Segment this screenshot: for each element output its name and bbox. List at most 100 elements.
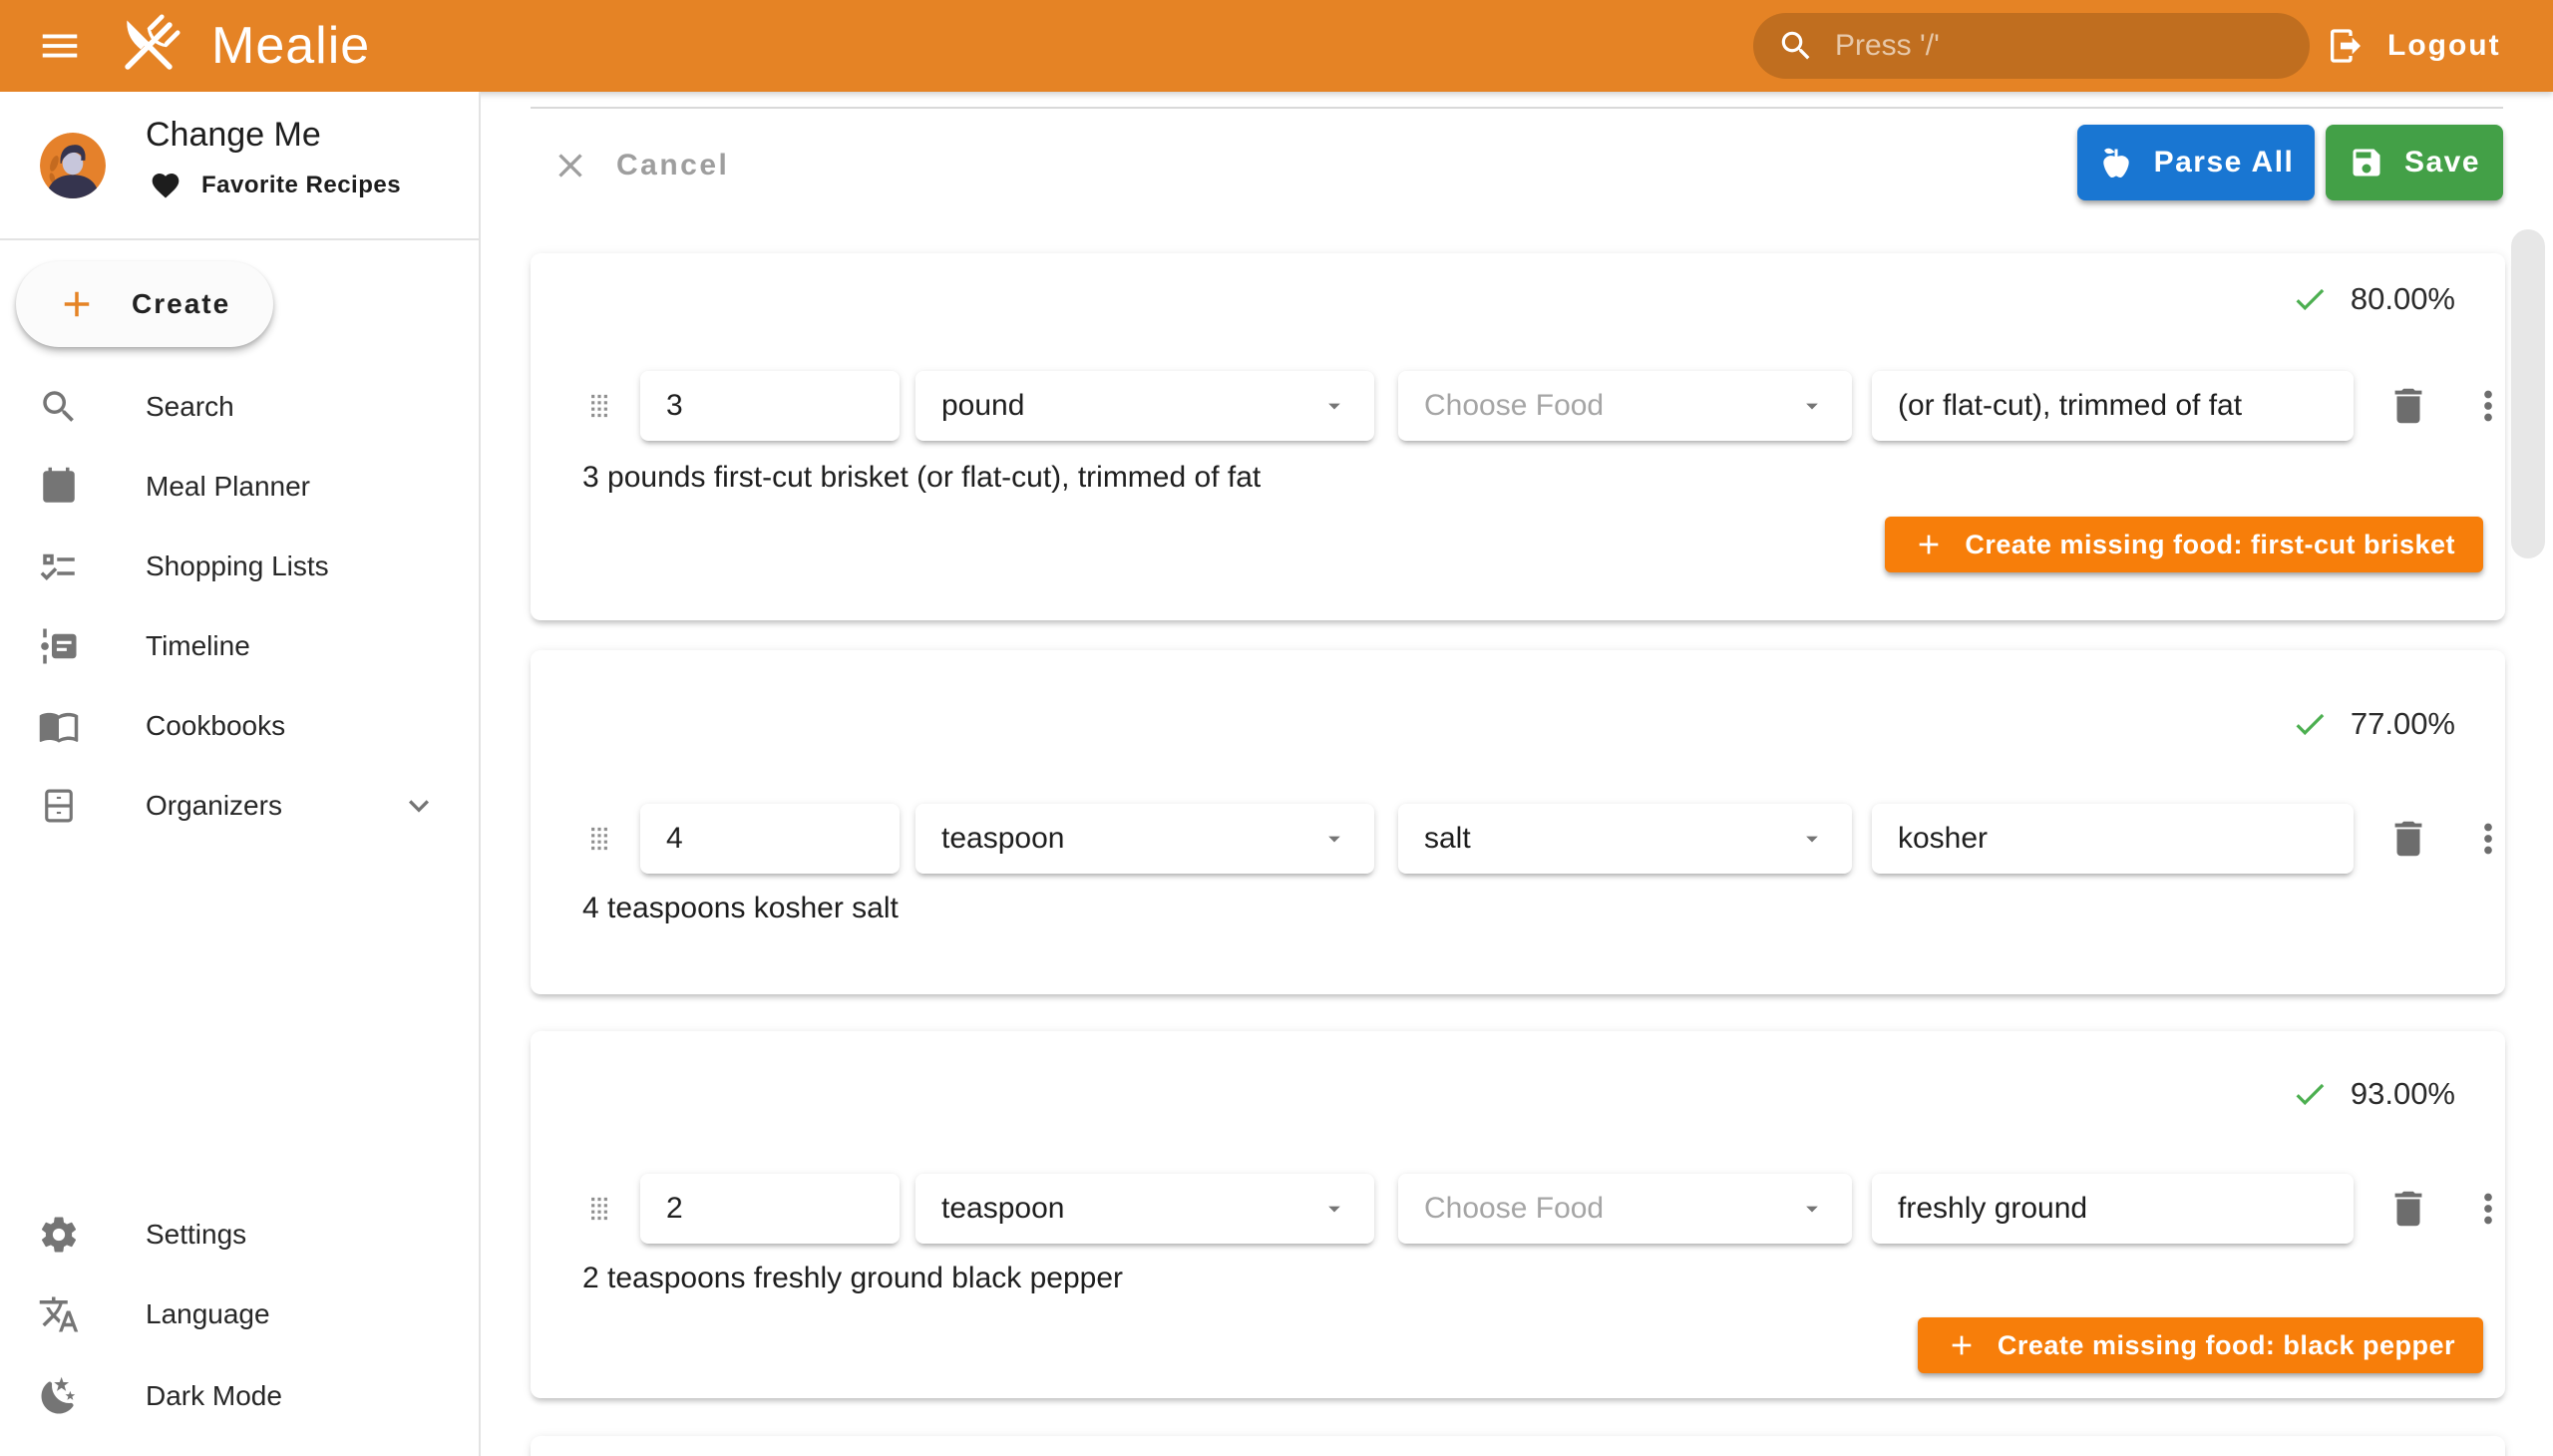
sidebar-item-label: Timeline — [146, 630, 250, 662]
save-button[interactable]: Save — [2326, 125, 2503, 200]
save-icon — [2349, 145, 2384, 181]
quantity-input[interactable]: 2 — [640, 1174, 900, 1244]
sidebar-item-label: Language — [146, 1298, 270, 1330]
confidence-percent: 93.00% — [2351, 1076, 2455, 1112]
calendar-icon — [38, 466, 80, 508]
organizer-icon — [38, 785, 80, 827]
sidebar-item-search[interactable]: Search — [0, 367, 479, 447]
note-input[interactable]: freshly ground — [1872, 1174, 2354, 1244]
search-placeholder: Press '/' — [1835, 29, 1940, 63]
cancel-label: Cancel — [616, 149, 729, 182]
unit-select[interactable]: teaspoon — [915, 804, 1374, 874]
ingredient-menu-button[interactable] — [2465, 1186, 2511, 1232]
dropdown-icon — [1798, 825, 1826, 853]
drag-handle[interactable] — [580, 384, 618, 428]
create-button-label: Create — [132, 288, 230, 320]
ingredient-card — [531, 1436, 2505, 1456]
sidebar-item-language[interactable]: Language — [0, 1274, 479, 1354]
sidebar-divider — [0, 238, 479, 240]
quantity-input[interactable]: 4 — [640, 804, 900, 874]
sidebar-item-settings[interactable]: Settings — [0, 1195, 479, 1274]
cancel-button[interactable]: Cancel — [550, 134, 729, 197]
sidebar-item-shopping-lists[interactable]: Shopping Lists — [0, 527, 479, 606]
create-button[interactable]: Create — [16, 261, 273, 347]
timeline-icon — [38, 625, 80, 667]
ingredient-menu-button[interactable] — [2465, 816, 2511, 862]
avatar[interactable] — [40, 133, 106, 198]
sidebar: Change Me Favorite Recipes Create Search… — [0, 92, 481, 1456]
search-icon — [1777, 27, 1815, 65]
unit-select[interactable]: teaspoon — [915, 1174, 1374, 1244]
sidebar-item-label: Meal Planner — [146, 471, 310, 503]
sidebar-item-dark-mode[interactable]: Dark Mode — [0, 1356, 479, 1436]
chevron-down-icon — [399, 786, 439, 826]
dropdown-icon — [1320, 392, 1348, 420]
confidence-check-icon — [2291, 1075, 2329, 1113]
original-ingredient-text: 3 pounds first-cut brisket (or flat-cut)… — [531, 461, 2505, 495]
sidebar-item-label: Search — [146, 391, 234, 423]
note-input[interactable]: (or flat-cut), trimmed of fat — [1872, 371, 2354, 441]
food-select[interactable]: Choose Food — [1398, 1174, 1852, 1244]
moon-icon — [38, 1375, 80, 1417]
logout-button[interactable]: Logout — [2326, 0, 2501, 92]
confidence-check-icon — [2291, 705, 2329, 743]
confidence-check-icon — [2291, 280, 2329, 318]
sidebar-item-label: Settings — [146, 1219, 246, 1251]
delete-ingredient-button[interactable] — [2385, 383, 2431, 429]
plus-icon — [1946, 1329, 1978, 1361]
favorite-recipes-label: Favorite Recipes — [201, 172, 401, 199]
sidebar-item-label: Shopping Lists — [146, 550, 329, 582]
apple-icon — [2098, 145, 2134, 181]
unit-select[interactable]: pound — [915, 371, 1374, 441]
app-header: Mealie Press '/' Logout — [0, 0, 2553, 92]
app-title: Mealie — [211, 16, 370, 76]
heart-icon — [150, 170, 182, 201]
sidebar-item-cookbooks[interactable]: Cookbooks — [0, 686, 479, 766]
food-select[interactable]: salt — [1398, 804, 1852, 874]
food-select[interactable]: Choose Food — [1398, 371, 1852, 441]
dropdown-icon — [1798, 1195, 1826, 1223]
drag-handle[interactable] — [580, 1187, 618, 1231]
create-missing-food-button[interactable]: Create missing food: black pepper — [1918, 1317, 2483, 1373]
menu-icon[interactable] — [32, 18, 88, 74]
ingredient-menu-button[interactable] — [2465, 383, 2511, 429]
plus-icon — [1913, 529, 1945, 560]
mealie-logo-icon — [112, 9, 185, 83]
delete-ingredient-button[interactable] — [2385, 1186, 2431, 1232]
scrollbar-thumb[interactable] — [2511, 229, 2545, 558]
logout-label: Logout — [2387, 29, 2501, 63]
parse-all-label: Parse All — [2154, 146, 2295, 180]
user-name[interactable]: Change Me — [146, 116, 321, 155]
save-label: Save — [2404, 146, 2480, 180]
parse-all-button[interactable]: Parse All — [2077, 125, 2315, 200]
create-missing-food-button[interactable]: Create missing food: first-cut brisket — [1885, 517, 2483, 572]
quantity-input[interactable]: 3 — [640, 371, 900, 441]
search-input[interactable]: Press '/' — [1753, 13, 2310, 79]
dropdown-icon — [1320, 825, 1348, 853]
dropdown-icon — [1798, 392, 1826, 420]
dropdown-icon — [1320, 1195, 1348, 1223]
sidebar-item-label: Dark Mode — [146, 1380, 282, 1412]
logout-icon — [2326, 26, 2366, 66]
content-top-divider — [531, 107, 2503, 109]
translate-icon — [38, 1293, 80, 1335]
ingredient-card: 80.00% 3 pound Choose Food (or flat-cut)… — [531, 253, 2505, 620]
sidebar-item-meal-planner[interactable]: Meal Planner — [0, 447, 479, 527]
original-ingredient-text: 2 teaspoons freshly ground black pepper — [531, 1262, 2505, 1295]
note-input[interactable]: kosher — [1872, 804, 2354, 874]
close-icon — [550, 146, 590, 185]
favorite-recipes-link[interactable]: Favorite Recipes — [150, 170, 401, 201]
plus-icon — [56, 283, 98, 325]
confidence-percent: 77.00% — [2351, 706, 2455, 742]
original-ingredient-text: 4 teaspoons kosher salt — [531, 892, 2505, 925]
sidebar-item-label: Cookbooks — [146, 710, 285, 742]
sidebar-item-organizers[interactable]: Organizers — [0, 766, 479, 846]
ingredient-card: 77.00% 4 teaspoon salt kosher 4 teaspoon… — [531, 650, 2505, 994]
book-icon — [38, 705, 80, 747]
sidebar-item-timeline[interactable]: Timeline — [0, 606, 479, 686]
confidence-percent: 80.00% — [2351, 281, 2455, 317]
delete-ingredient-button[interactable] — [2385, 816, 2431, 862]
search-icon — [38, 386, 80, 428]
checklist-icon — [38, 546, 80, 587]
drag-handle[interactable] — [580, 817, 618, 861]
